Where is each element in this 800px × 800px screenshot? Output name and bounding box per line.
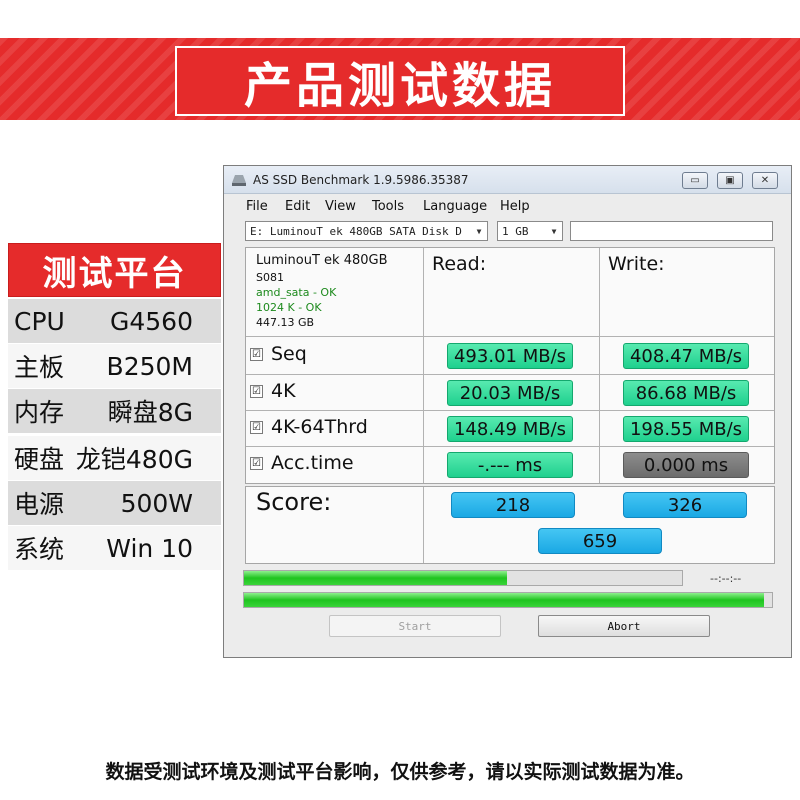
abort-button[interactable]: Abort bbox=[538, 615, 710, 637]
spec-row-os: 系统 Win 10 bbox=[8, 526, 221, 570]
checkbox-seq[interactable]: ☑ bbox=[250, 347, 263, 361]
4k-read-value: 20.03 MB/s bbox=[447, 380, 573, 406]
current-progress-fill bbox=[244, 571, 507, 585]
spec-value: Win 10 bbox=[106, 533, 193, 563]
total-progress-bar bbox=[243, 592, 773, 608]
maximize-button[interactable]: ▣ bbox=[717, 172, 743, 189]
menu-view[interactable]: View bbox=[325, 199, 356, 214]
minimize-button[interactable]: ▭ bbox=[682, 172, 708, 189]
notes-field[interactable] bbox=[570, 221, 773, 241]
test-row-4k[interactable]: ☑ 4K bbox=[250, 380, 296, 402]
drive-select[interactable]: E: LuminouT ek 480GB SATA Disk D ▼ bbox=[245, 221, 488, 241]
spec-row-disk: 硬盘 龙铠480G bbox=[8, 436, 221, 480]
grid-divider bbox=[423, 487, 424, 563]
menu-language[interactable]: Language bbox=[423, 199, 487, 214]
seq-write-value: 408.47 MB/s bbox=[623, 343, 749, 369]
current-progress-bar bbox=[243, 570, 683, 586]
window-titlebar[interactable]: AS SSD Benchmark 1.9.5986.35387 ▭ ▣ ✕ bbox=[224, 166, 791, 194]
menu-tools[interactable]: Tools bbox=[372, 199, 404, 214]
chevron-down-icon: ▼ bbox=[471, 222, 487, 240]
checkbox-acc-time[interactable]: ☑ bbox=[250, 456, 263, 470]
menu-help[interactable]: Help bbox=[500, 199, 530, 214]
menu-edit[interactable]: Edit bbox=[285, 199, 310, 214]
spec-value: B250M bbox=[106, 351, 193, 381]
drive-capacity: 447.13 GB bbox=[256, 316, 315, 329]
spec-value: 龙铠480G bbox=[75, 445, 193, 474]
test-label: Seq bbox=[271, 343, 307, 365]
window-title: AS SSD Benchmark 1.9.5986.35387 bbox=[253, 173, 469, 187]
score-total: 659 bbox=[538, 528, 662, 554]
spec-key: 主板 bbox=[14, 353, 65, 382]
total-progress-fill bbox=[244, 593, 765, 607]
test-row-4k-64thrd[interactable]: ☑ 4K-64Thrd bbox=[250, 416, 368, 438]
acc-time-write-value: 0.000 ms bbox=[623, 452, 749, 478]
test-row-acc-time[interactable]: ☑ Acc.time bbox=[250, 452, 354, 474]
score-label: Score: bbox=[256, 488, 332, 516]
size-select-value: 1 GB bbox=[502, 224, 529, 238]
4k-64thrd-read-value: 148.49 MB/s bbox=[447, 416, 573, 442]
spec-key: CPU bbox=[14, 306, 65, 336]
test-row-seq[interactable]: ☑ Seq bbox=[250, 343, 307, 365]
close-button[interactable]: ✕ bbox=[752, 172, 778, 189]
checkbox-4k[interactable]: ☑ bbox=[250, 384, 263, 398]
seq-read-value: 493.01 MB/s bbox=[447, 343, 573, 369]
spec-row-psu: 电源 500W bbox=[8, 481, 221, 525]
spec-key: 电源 bbox=[14, 490, 65, 519]
spec-key: 内存 bbox=[14, 398, 65, 427]
drive-select-value: E: LuminouT ek 480GB SATA Disk D bbox=[250, 224, 462, 238]
start-button[interactable]: Start bbox=[329, 615, 501, 637]
score-read: 218 bbox=[451, 492, 575, 518]
test-label: Acc.time bbox=[271, 452, 354, 474]
spec-row-cpu: CPU G4560 bbox=[8, 299, 221, 343]
page-title: 产品测试数据 bbox=[243, 58, 556, 114]
grid-divider bbox=[246, 410, 774, 411]
size-select[interactable]: 1 GB ▼ bbox=[497, 221, 563, 241]
test-label: 4K-64Thrd bbox=[271, 416, 368, 438]
disk-icon bbox=[232, 175, 246, 186]
grid-divider bbox=[246, 336, 774, 337]
spec-value: G4560 bbox=[110, 306, 193, 336]
spec-value: 瞬盘8G bbox=[107, 398, 193, 427]
spec-value: 500W bbox=[120, 488, 193, 518]
elapsed-time: --:--:-- bbox=[710, 572, 742, 585]
grid-divider bbox=[246, 446, 774, 447]
checkbox-4k-64thrd[interactable]: ☑ bbox=[250, 420, 263, 434]
grid-divider bbox=[599, 248, 600, 483]
spec-key: 硬盘 bbox=[14, 445, 65, 474]
disclaimer-text: 数据受测试环境及测试平台影响，仅供参考，请以实际测试数据为准。 bbox=[105, 761, 695, 783]
4k-64thrd-write-value: 198.55 MB/s bbox=[623, 416, 749, 442]
results-grid: LuminouT ek 480GB S081 amd_sata - OK 102… bbox=[245, 247, 775, 484]
grid-divider bbox=[423, 248, 424, 483]
test-label: 4K bbox=[271, 380, 296, 402]
write-column-header: Write: bbox=[608, 253, 665, 275]
drive-driver-status: amd_sata - OK bbox=[256, 286, 337, 299]
acc-time-read-value: -.--- ms bbox=[447, 452, 573, 478]
spec-row-memory: 内存 瞬盘8G bbox=[8, 389, 221, 433]
drive-firmware: S081 bbox=[256, 271, 284, 284]
drive-info: LuminouT ek 480GB S081 amd_sata - OK 102… bbox=[256, 252, 388, 330]
spec-key: 系统 bbox=[14, 535, 65, 564]
grid-divider bbox=[246, 374, 774, 375]
drive-alignment-status: 1024 K - OK bbox=[256, 301, 322, 314]
spec-row-motherboard: 主板 B250M bbox=[8, 344, 221, 388]
score-panel: Score: 218 326 659 bbox=[245, 486, 775, 564]
score-write: 326 bbox=[623, 492, 747, 518]
benchmark-window: AS SSD Benchmark 1.9.5986.35387 ▭ ▣ ✕ Fi… bbox=[223, 165, 792, 658]
4k-write-value: 86.68 MB/s bbox=[623, 380, 749, 406]
menu-bar: File Edit View Tools Language Help bbox=[224, 196, 791, 218]
spec-panel-header: 测试平台 bbox=[8, 243, 221, 297]
chevron-down-icon: ▼ bbox=[546, 222, 562, 240]
drive-name: LuminouT ek 480GB bbox=[256, 253, 388, 268]
read-column-header: Read: bbox=[432, 253, 487, 275]
menu-file[interactable]: File bbox=[246, 199, 268, 214]
